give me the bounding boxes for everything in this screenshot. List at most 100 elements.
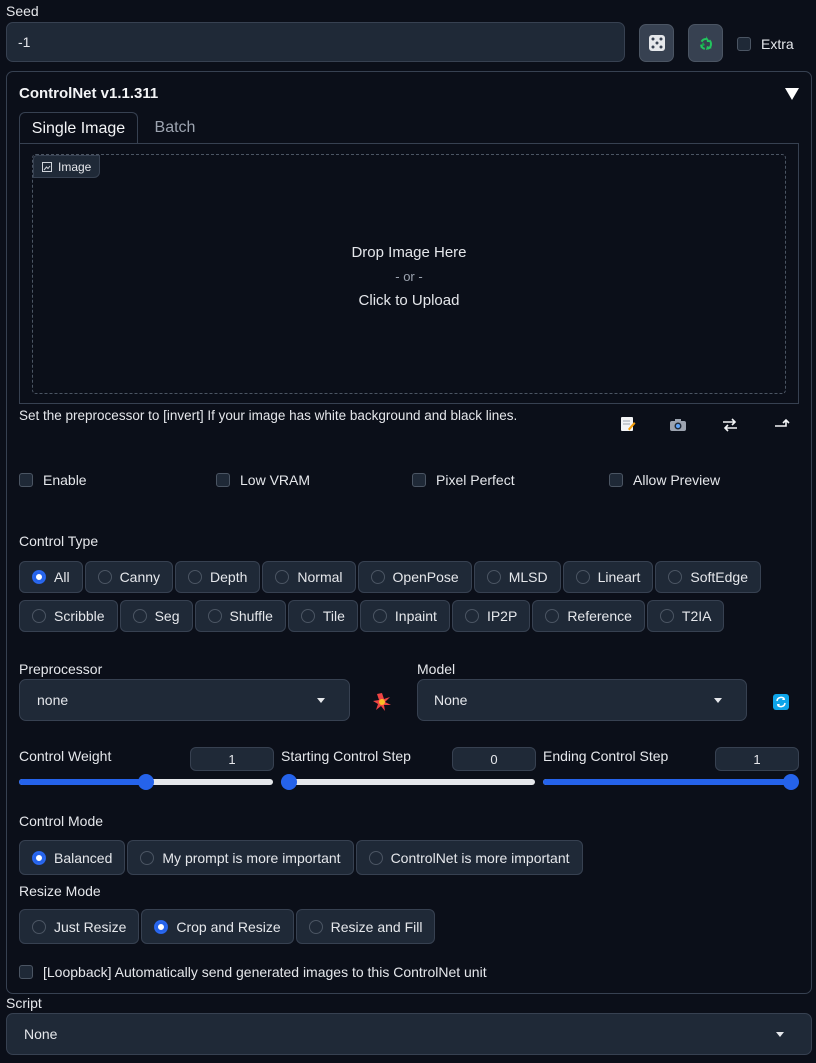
control-type-option[interactable]: OpenPose bbox=[357, 561, 472, 593]
loopback-label: [Loopback] Automatically send generated … bbox=[43, 964, 487, 980]
radio-dot bbox=[308, 919, 323, 934]
low-vram-label: Low VRAM bbox=[240, 472, 311, 488]
explode-icon[interactable] bbox=[373, 693, 391, 714]
control-type-option[interactable]: Tile bbox=[287, 600, 358, 632]
random-seed-button[interactable] bbox=[639, 24, 674, 62]
extra-checkbox-box[interactable] bbox=[737, 37, 751, 51]
chevron-down-icon bbox=[776, 1031, 784, 1037]
resize-mode-crop-and-resize[interactable]: Crop and Resize bbox=[141, 909, 294, 944]
enable-checkbox-box[interactable] bbox=[19, 473, 33, 487]
control-type-option-label: SoftEdge bbox=[690, 569, 749, 585]
control-weight-label: Control Weight bbox=[19, 748, 112, 764]
collapse-triangle-icon[interactable] bbox=[785, 87, 799, 103]
low-vram-checkbox[interactable]: Low VRAM bbox=[216, 472, 310, 488]
seed-input[interactable]: -1 bbox=[6, 22, 625, 62]
control-mode-group: Balanced My prompt is more important Con… bbox=[19, 840, 583, 875]
resize-mode-group: Just Resize Crop and Resize Resize and F… bbox=[19, 909, 436, 944]
drop-text: Drop Image Here bbox=[351, 244, 467, 261]
resize-mode-just-resize[interactable]: Just Resize bbox=[19, 909, 140, 944]
tab-batch[interactable]: Batch bbox=[140, 112, 210, 144]
refresh-icon[interactable] bbox=[773, 694, 789, 713]
control-weight-value: 1 bbox=[228, 751, 236, 767]
control-type-option[interactable]: MLSD bbox=[473, 561, 561, 593]
control-type-row1: All Canny Depth Normal OpenPose MLSD Lin… bbox=[19, 561, 799, 593]
control-type-option[interactable]: T2IA bbox=[646, 600, 725, 632]
radio-dot bbox=[486, 570, 501, 584]
edit-icon[interactable] bbox=[620, 416, 636, 435]
control-type-option[interactable]: Canny bbox=[84, 561, 174, 593]
extra-checkbox[interactable]: Extra bbox=[737, 36, 794, 52]
low-vram-checkbox-box[interactable] bbox=[216, 473, 230, 487]
control-mode-prompt[interactable]: My prompt is more important bbox=[127, 840, 354, 875]
starting-step-number[interactable]: 0 bbox=[452, 747, 536, 771]
script-select[interactable]: None bbox=[6, 1013, 812, 1055]
loopback-checkbox-box[interactable] bbox=[19, 965, 33, 979]
enable-label: Enable bbox=[43, 472, 87, 488]
allow-preview-checkbox[interactable]: Allow Preview bbox=[609, 472, 720, 488]
enable-checkbox[interactable]: Enable bbox=[19, 472, 87, 488]
control-type-option[interactable]: Reference bbox=[532, 600, 645, 632]
starting-step-slider[interactable] bbox=[281, 774, 535, 790]
radio-dot bbox=[668, 570, 683, 584]
control-mode-controlnet[interactable]: ControlNet is more important bbox=[355, 840, 583, 875]
starting-step-thumb[interactable] bbox=[281, 774, 297, 790]
swap-icon[interactable] bbox=[722, 417, 738, 436]
control-weight-thumb[interactable] bbox=[138, 774, 154, 790]
extra-label: Extra bbox=[761, 36, 794, 52]
control-type-option-label: Scribble bbox=[54, 608, 105, 624]
pixel-perfect-checkbox[interactable]: Pixel Perfect bbox=[412, 472, 515, 488]
radio-dot bbox=[32, 919, 46, 934]
control-type-option[interactable]: Seg bbox=[119, 600, 193, 632]
control-type-option[interactable]: All bbox=[19, 561, 83, 593]
control-mode-label: Control Mode bbox=[19, 813, 104, 829]
control-type-option[interactable]: Shuffle bbox=[194, 600, 286, 632]
control-mode-balanced[interactable]: Balanced bbox=[19, 840, 126, 875]
radio-dot bbox=[207, 609, 222, 623]
control-type-row2: Scribble Seg Shuffle Tile Inpaint IP2P R… bbox=[19, 600, 799, 632]
camera-icon[interactable] bbox=[669, 418, 687, 435]
control-type-option[interactable]: Normal bbox=[262, 561, 356, 593]
starting-step-value: 0 bbox=[490, 751, 498, 767]
control-type-option[interactable]: Inpaint bbox=[359, 600, 450, 632]
control-type-option-label: Reference bbox=[567, 608, 632, 624]
radio-dot bbox=[32, 609, 46, 623]
control-type-option[interactable]: Depth bbox=[175, 561, 261, 593]
control-type-option[interactable]: IP2P bbox=[451, 600, 531, 632]
send-dimensions-icon[interactable] bbox=[774, 416, 790, 433]
control-type-option[interactable]: Lineart bbox=[562, 561, 654, 593]
ending-step-value: 1 bbox=[753, 751, 761, 767]
resize-mode-resize-and-fill[interactable]: Resize and Fill bbox=[295, 909, 436, 944]
resize-mode-option-label: Crop and Resize bbox=[176, 918, 281, 935]
ending-step-thumb[interactable] bbox=[783, 774, 799, 790]
reuse-seed-button[interactable] bbox=[688, 24, 723, 62]
allow-preview-checkbox-box[interactable] bbox=[609, 473, 623, 487]
image-tag-label: Image bbox=[58, 159, 92, 174]
chevron-down-icon bbox=[714, 697, 722, 703]
radio-dot bbox=[32, 850, 46, 865]
upload-text: Click to Upload bbox=[358, 292, 460, 309]
resize-mode-option-label: Just Resize bbox=[54, 918, 127, 935]
control-type-option-label: All bbox=[54, 569, 70, 585]
preprocessor-select[interactable]: none bbox=[19, 679, 350, 721]
script-value: None bbox=[24, 1026, 58, 1042]
model-select[interactable]: None bbox=[417, 679, 747, 721]
control-mode-option-label: Balanced bbox=[54, 849, 113, 866]
ending-step-fill bbox=[543, 779, 791, 785]
ending-step-slider[interactable] bbox=[543, 774, 799, 790]
ending-step-number[interactable]: 1 bbox=[715, 747, 799, 771]
control-weight-slider[interactable] bbox=[19, 774, 273, 790]
control-type-option[interactable]: SoftEdge bbox=[655, 561, 762, 593]
loopback-checkbox[interactable]: [Loopback] Automatically send generated … bbox=[19, 964, 487, 980]
dice-icon bbox=[648, 35, 665, 51]
image-icon bbox=[42, 161, 52, 172]
tab-single-image[interactable]: Single Image bbox=[19, 112, 138, 144]
control-type-option-label: OpenPose bbox=[392, 569, 459, 585]
preprocessor-value: none bbox=[37, 692, 69, 708]
radio-dot bbox=[32, 570, 46, 584]
control-type-option[interactable]: Scribble bbox=[19, 600, 118, 632]
script-label: Script bbox=[6, 995, 42, 1011]
control-weight-number[interactable]: 1 bbox=[190, 747, 274, 771]
control-mode-option-label: ControlNet is more important bbox=[390, 849, 570, 866]
pixel-perfect-checkbox-box[interactable] bbox=[412, 473, 426, 487]
control-type-option-label: T2IA bbox=[681, 608, 712, 624]
